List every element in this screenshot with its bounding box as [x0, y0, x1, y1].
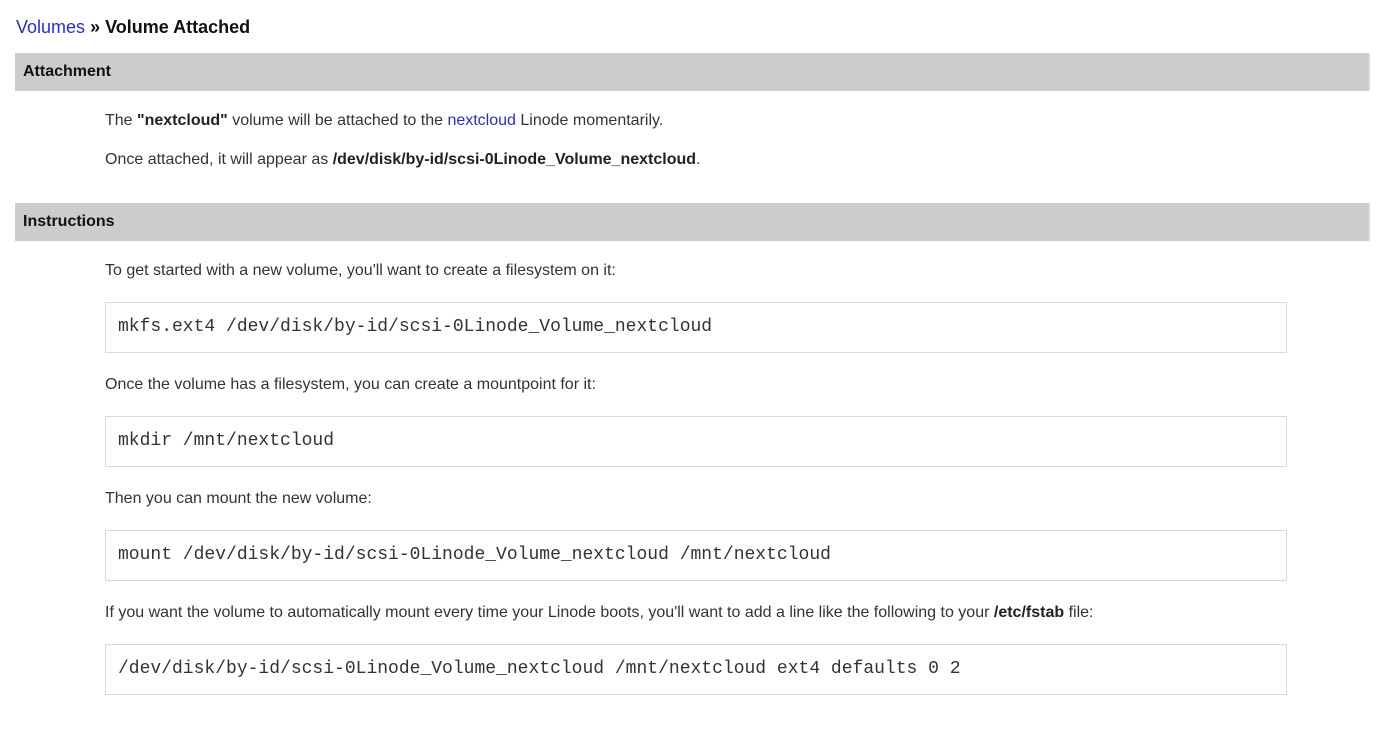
attachment-section-header: Attachment	[15, 53, 1370, 91]
instructions-section-header: Instructions	[15, 203, 1370, 241]
attachment-status-paragraph: The "nextcloud" volume will be attached …	[105, 111, 1370, 130]
mkfs-command-code-block: mkfs.ext4 /dev/disk/by-id/scsi-0Linode_V…	[105, 302, 1287, 353]
attachment-section-content: The "nextcloud" volume will be attached …	[15, 111, 1370, 169]
step-mount-volume-text: Then you can mount the new volume:	[105, 489, 1370, 508]
volume-name: "nextcloud"	[137, 112, 228, 129]
instructions-section: Instructions To get started with a new v…	[0, 203, 1388, 695]
breadcrumb-separator: »	[90, 17, 100, 37]
page-title: Volume Attached	[105, 17, 250, 37]
fstab-text: If you want the volume to automatically …	[105, 604, 994, 621]
attachment-status-text-mid: volume will be attached to the	[228, 112, 448, 129]
fstab-path: /etc/fstab	[994, 604, 1064, 621]
instructions-section-content: To get started with a new volume, you'll…	[15, 261, 1370, 695]
attachment-status-text-post: Linode momentarily.	[516, 112, 663, 129]
breadcrumb: Volumes » Volume Attached	[0, 0, 1388, 53]
device-path: /dev/disk/by-id/scsi-0Linode_Volume_next…	[333, 151, 696, 168]
attachment-status-text: The	[105, 112, 137, 129]
device-path-text-post: .	[696, 151, 700, 168]
step-create-mountpoint-text: Once the volume has a filesystem, you ca…	[105, 375, 1370, 394]
device-path-paragraph: Once attached, it will appear as /dev/di…	[105, 150, 1370, 169]
device-path-text: Once attached, it will appear as	[105, 151, 333, 168]
breadcrumb-volumes-link[interactable]: Volumes	[16, 17, 85, 37]
mount-command-code-block: mount /dev/disk/by-id/scsi-0Linode_Volum…	[105, 530, 1287, 581]
step-fstab-paragraph: If you want the volume to automatically …	[105, 603, 1370, 622]
attachment-section: Attachment The "nextcloud" volume will b…	[0, 53, 1388, 169]
fstab-line-code-block: /dev/disk/by-id/scsi-0Linode_Volume_next…	[105, 644, 1287, 695]
step-create-filesystem-text: To get started with a new volume, you'll…	[105, 261, 1370, 280]
linode-link[interactable]: nextcloud	[447, 112, 516, 129]
mkdir-command-code-block: mkdir /mnt/nextcloud	[105, 416, 1287, 467]
fstab-text-post: file:	[1064, 604, 1093, 621]
